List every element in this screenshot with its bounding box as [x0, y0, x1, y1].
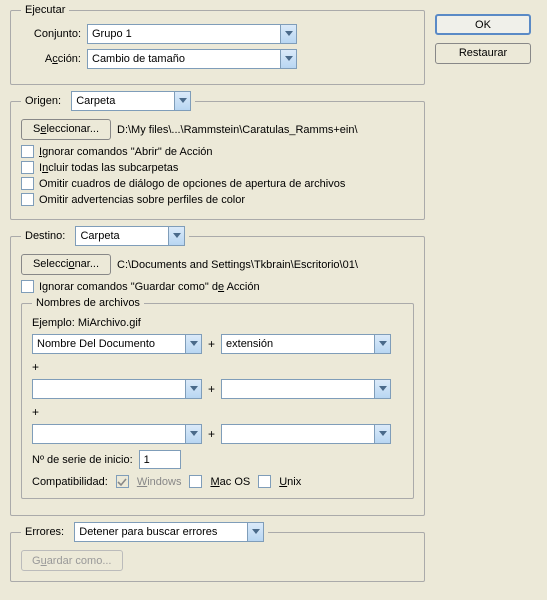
restore-button[interactable]: Restaurar — [435, 43, 531, 64]
ignore-saveas-label: Ignorar comandos "Guardar como" de Acció… — [39, 281, 260, 293]
serial-label: Nº de serie de inicio: — [32, 454, 133, 466]
include-subfolders-checkbox[interactable] — [21, 161, 34, 174]
plus-icon: + — [208, 382, 215, 396]
destino-legend: Destino: Carpeta — [21, 226, 189, 246]
errores-select[interactable]: Detener para buscar errores — [74, 522, 264, 542]
filename-field-1[interactable]: Nombre Del Documento — [32, 334, 202, 354]
accion-select[interactable]: Cambio de tamaño — [87, 49, 297, 69]
errores-value: Detener para buscar errores — [79, 526, 217, 538]
origen-select-button[interactable]: Seleccionar... — [21, 119, 111, 140]
destino-legend-text: Destino: — [25, 230, 65, 242]
unix-label: Unix — [279, 476, 301, 488]
conjunto-value: Grupo 1 — [92, 28, 132, 40]
errores-legend: Errores: Detener para buscar errores — [21, 522, 268, 542]
origen-select[interactable]: Carpeta — [71, 91, 191, 111]
filename-field-6[interactable] — [221, 424, 391, 444]
serial-input[interactable] — [139, 450, 181, 469]
origen-group: Origen: Carpeta Seleccionar... D:\My fil… — [10, 91, 425, 220]
origen-legend-text: Origen: — [25, 95, 61, 107]
filenames-group: Nombres de archivos Ejemplo: MiArchivo.g… — [21, 297, 414, 499]
omit-dialogs-label: Omitir cuadros de diálogo de opciones de… — [39, 178, 345, 190]
chevron-down-icon — [280, 25, 296, 43]
destino-select-button[interactable]: Seleccionar... — [21, 254, 111, 275]
windows-label: Windows — [137, 476, 182, 488]
example-text: Ejemplo: MiArchivo.gif — [32, 317, 141, 329]
ignore-open-label: Ignorar comandos "Abrir" de Acción — [39, 146, 213, 158]
chevron-down-icon — [185, 425, 201, 443]
errores-legend-text: Errores: — [25, 526, 64, 538]
plus-icon: + — [32, 405, 39, 419]
filename-field-5[interactable] — [32, 424, 202, 444]
include-subfolders-label: Incluir todas las subcarpetas — [39, 162, 178, 174]
omit-warnings-checkbox[interactable] — [21, 193, 34, 206]
chevron-down-icon — [247, 523, 263, 541]
origen-path: D:\My files\...\Rammstein\Caratulas_Ramm… — [117, 124, 358, 136]
chevron-down-icon — [374, 335, 390, 353]
chevron-down-icon — [374, 425, 390, 443]
chevron-down-icon — [280, 50, 296, 68]
plus-icon: + — [32, 360, 39, 374]
filename-field-3[interactable] — [32, 379, 202, 399]
plus-icon: + — [208, 427, 215, 441]
mac-checkbox[interactable] — [189, 475, 202, 488]
filename-field-4[interactable] — [221, 379, 391, 399]
filename-field-2[interactable]: extensión — [221, 334, 391, 354]
omit-dialogs-checkbox[interactable] — [21, 177, 34, 190]
compat-label: Compatibilidad: — [32, 476, 108, 488]
ejecutar-group: Ejecutar Conjunto: Grupo 1 Acción: Cambi… — [10, 4, 425, 85]
errores-group: Errores: Detener para buscar errores Gua… — [10, 522, 425, 582]
windows-checkbox — [116, 475, 129, 488]
ignore-open-checkbox[interactable] — [21, 145, 34, 158]
save-as-button: Guardar como... — [21, 550, 123, 571]
accion-value: Cambio de tamaño — [92, 53, 185, 65]
omit-warnings-label: Omitir advertencias sobre perfiles de co… — [39, 194, 245, 206]
chevron-down-icon — [374, 380, 390, 398]
filename-field-1-value: Nombre Del Documento — [37, 338, 155, 350]
filename-field-2-value: extensión — [226, 338, 273, 350]
origen-value: Carpeta — [76, 95, 115, 107]
unix-checkbox[interactable] — [258, 475, 271, 488]
ignore-saveas-checkbox[interactable] — [21, 280, 34, 293]
conjunto-label: Conjunto: — [21, 28, 81, 40]
destino-path: C:\Documents and Settings\Tkbrain\Escrit… — [117, 259, 358, 271]
plus-icon: + — [208, 337, 215, 351]
chevron-down-icon — [185, 335, 201, 353]
ok-button[interactable]: OK — [435, 14, 531, 35]
ejecutar-legend: Ejecutar — [21, 4, 69, 16]
conjunto-select[interactable]: Grupo 1 — [87, 24, 297, 44]
accion-label: Acción: — [21, 53, 81, 65]
chevron-down-icon — [168, 227, 184, 245]
origen-legend: Origen: Carpeta — [21, 91, 195, 111]
filenames-legend: Nombres de archivos — [32, 297, 144, 309]
mac-label: Mac OS — [210, 476, 250, 488]
destino-group: Destino: Carpeta Seleccionar... C:\Docum… — [10, 226, 425, 516]
chevron-down-icon — [174, 92, 190, 110]
destino-value: Carpeta — [80, 230, 119, 242]
destino-select[interactable]: Carpeta — [75, 226, 185, 246]
chevron-down-icon — [185, 380, 201, 398]
